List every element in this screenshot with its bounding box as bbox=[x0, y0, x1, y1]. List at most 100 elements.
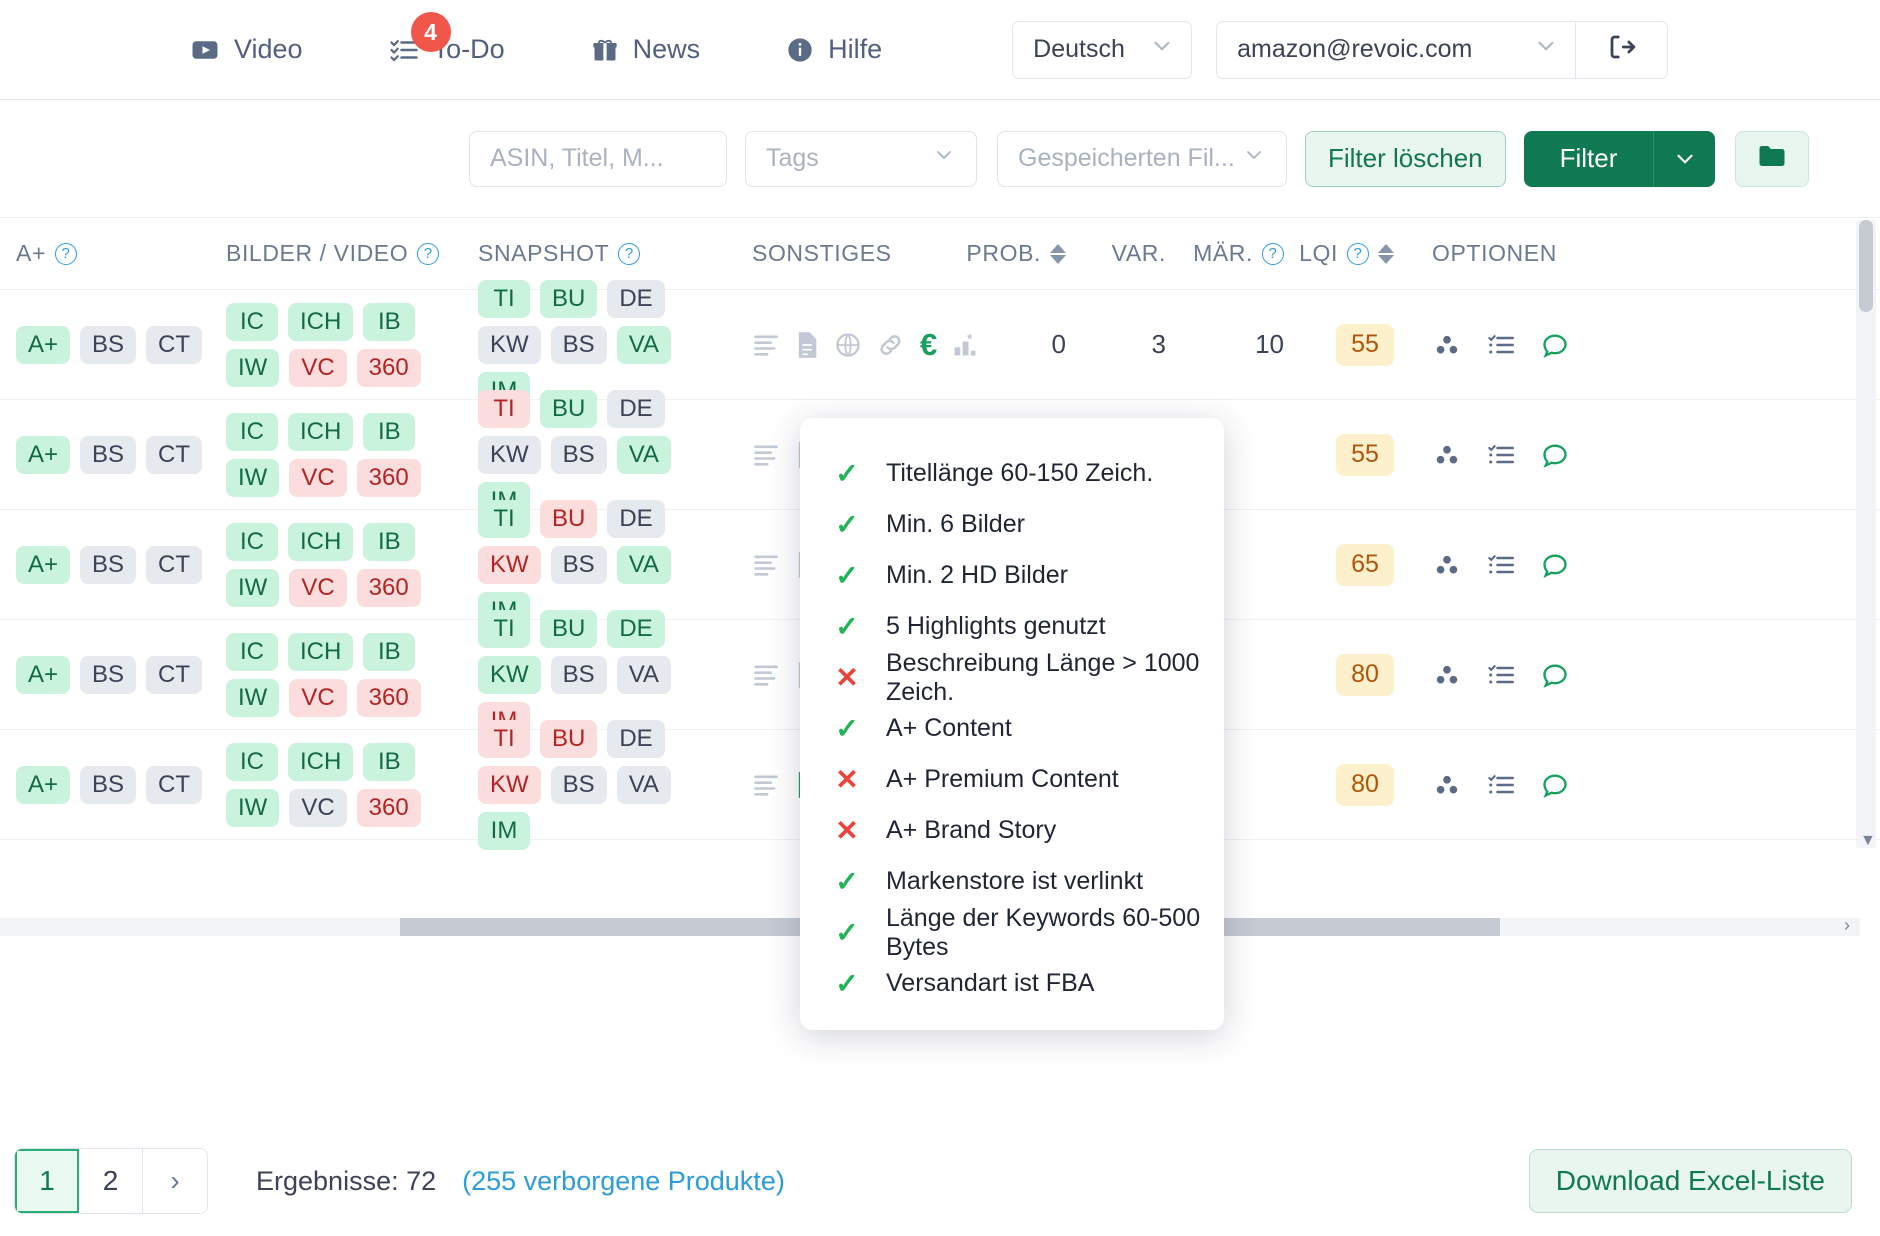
badge-va[interactable]: VA bbox=[616, 435, 671, 474]
badge-kw[interactable]: KW bbox=[478, 325, 541, 364]
badge-ti[interactable]: TI bbox=[478, 389, 530, 428]
badge-a+[interactable]: A+ bbox=[16, 545, 71, 584]
badge-vc[interactable]: VC bbox=[289, 678, 347, 717]
badge-ct[interactable]: CT bbox=[146, 545, 203, 584]
badge-iw[interactable]: IW bbox=[226, 348, 280, 387]
badge-va[interactable]: VA bbox=[616, 545, 671, 584]
badge-de[interactable]: DE bbox=[607, 389, 665, 428]
checklist-icon[interactable] bbox=[1486, 661, 1516, 689]
badge-vc[interactable]: VC bbox=[289, 788, 347, 827]
logout-button[interactable] bbox=[1576, 20, 1669, 79]
filter-button[interactable]: Filter bbox=[1523, 130, 1654, 187]
badge-vc[interactable]: VC bbox=[289, 348, 347, 387]
help-icon[interactable]: ? bbox=[417, 242, 440, 265]
help-icon[interactable]: ? bbox=[54, 242, 77, 265]
badge-ich[interactable]: ICH bbox=[288, 302, 354, 341]
bullets-icon[interactable] bbox=[752, 661, 780, 689]
badge-de[interactable]: DE bbox=[607, 609, 665, 648]
badge-a+[interactable]: A+ bbox=[16, 435, 71, 474]
badge-ic[interactable]: IC bbox=[226, 522, 278, 561]
badge-iw[interactable]: IW bbox=[226, 788, 280, 827]
saved-filter-select[interactable]: Gespeicherten Fil... bbox=[997, 130, 1287, 187]
badge-ib[interactable]: IB bbox=[363, 412, 416, 451]
globe-icon[interactable] bbox=[834, 331, 862, 359]
column-header-bilder-video[interactable]: BILDER / VIDEO ? bbox=[226, 240, 478, 267]
badge-vc[interactable]: VC bbox=[289, 568, 347, 607]
badge-bs[interactable]: BS bbox=[80, 435, 137, 474]
badge-bs[interactable]: BS bbox=[80, 655, 137, 694]
lqi-score-badge[interactable]: 80 bbox=[1336, 653, 1394, 696]
nav-item-hilfe[interactable]: Hilfe bbox=[786, 34, 882, 65]
badge-ib[interactable]: IB bbox=[363, 742, 416, 781]
scroll-down-arrow-icon[interactable]: ▼ bbox=[1860, 832, 1876, 850]
comment-icon[interactable] bbox=[1540, 551, 1570, 579]
checklist-icon[interactable] bbox=[1486, 441, 1516, 469]
lqi-score-badge[interactable]: 65 bbox=[1336, 543, 1394, 586]
badge-vc[interactable]: VC bbox=[289, 458, 347, 497]
badge-ti[interactable]: TI bbox=[478, 499, 530, 538]
badge-bs[interactable]: BS bbox=[80, 545, 137, 584]
bullets-icon[interactable] bbox=[752, 771, 780, 799]
badge-ti[interactable]: TI bbox=[478, 719, 530, 758]
comment-icon[interactable] bbox=[1540, 331, 1570, 359]
help-icon[interactable]: ? bbox=[1262, 242, 1284, 265]
account-select[interactable]: amazon@revoic.com bbox=[1216, 20, 1577, 79]
badge-va[interactable]: VA bbox=[616, 655, 671, 694]
badge-va[interactable]: VA bbox=[616, 325, 671, 364]
column-header-aplus[interactable]: A+ ? bbox=[0, 240, 226, 267]
group-icon[interactable] bbox=[1432, 771, 1462, 799]
nav-item-todo[interactable]: 4 To-Do bbox=[389, 12, 505, 65]
badge-ib[interactable]: IB bbox=[363, 522, 416, 561]
download-excel-button[interactable]: Download Excel-Liste bbox=[1528, 1149, 1852, 1213]
page-button-2[interactable]: 2 bbox=[79, 1149, 143, 1213]
badge-bs[interactable]: BS bbox=[80, 765, 137, 804]
checklist-icon[interactable] bbox=[1486, 331, 1516, 359]
scroll-right-arrow-icon[interactable]: › bbox=[1844, 915, 1850, 936]
language-select[interactable]: Deutsch bbox=[1012, 20, 1193, 79]
nav-item-news[interactable]: News bbox=[591, 34, 700, 65]
help-icon[interactable]: ? bbox=[618, 242, 641, 265]
column-header-sonstiges[interactable]: SONSTIGES bbox=[752, 240, 956, 267]
badge-a+[interactable]: A+ bbox=[16, 325, 71, 364]
badge-kw[interactable]: KW bbox=[478, 435, 541, 474]
column-header-snapshot[interactable]: SNAPSHOT ? bbox=[478, 240, 752, 267]
badge-bs[interactable]: BS bbox=[550, 545, 607, 584]
bullets-icon[interactable] bbox=[752, 441, 780, 469]
badge-360[interactable]: 360 bbox=[356, 348, 421, 387]
badge-ic[interactable]: IC bbox=[226, 632, 278, 671]
page-button-1[interactable]: 1 bbox=[15, 1149, 79, 1213]
tags-select[interactable]: Tags bbox=[745, 130, 977, 187]
badge-bu[interactable]: BU bbox=[540, 609, 598, 648]
badge-de[interactable]: DE bbox=[607, 279, 665, 318]
badge-360[interactable]: 360 bbox=[356, 678, 421, 717]
sort-icon[interactable] bbox=[1050, 243, 1066, 264]
bullets-icon[interactable] bbox=[752, 331, 780, 359]
badge-va[interactable]: VA bbox=[616, 765, 671, 804]
euro-icon[interactable]: € bbox=[920, 329, 937, 360]
column-header-prob[interactable]: PROB. bbox=[956, 240, 1066, 267]
group-icon[interactable] bbox=[1432, 441, 1462, 469]
badge-bs[interactable]: BS bbox=[550, 435, 607, 474]
badge-a+[interactable]: A+ bbox=[16, 765, 71, 804]
badge-ic[interactable]: IC bbox=[226, 412, 278, 451]
badge-ti[interactable]: TI bbox=[478, 279, 530, 318]
badge-bs[interactable]: BS bbox=[80, 325, 137, 364]
badge-ct[interactable]: CT bbox=[146, 765, 203, 804]
nav-item-video[interactable]: Video bbox=[190, 34, 303, 65]
lqi-score-badge[interactable]: 80 bbox=[1336, 763, 1394, 806]
folder-button[interactable] bbox=[1735, 130, 1810, 187]
badge-ib[interactable]: IB bbox=[363, 632, 416, 671]
badge-kw[interactable]: KW bbox=[478, 545, 541, 584]
badge-ct[interactable]: CT bbox=[146, 655, 203, 694]
badge-de[interactable]: DE bbox=[607, 719, 665, 758]
hidden-products-link[interactable]: (255 verborgene Produkte) bbox=[462, 1166, 785, 1197]
document-icon[interactable] bbox=[794, 331, 820, 359]
column-header-lqi[interactable]: LQI ? bbox=[1284, 240, 1394, 267]
help-icon[interactable]: ? bbox=[1347, 242, 1369, 265]
badge-ct[interactable]: CT bbox=[146, 435, 203, 474]
table-row[interactable]: A+BSCTICICHIBIWVC360TIBUDEKWBSVAIM€03105… bbox=[0, 279, 1880, 410]
checklist-icon[interactable] bbox=[1486, 551, 1516, 579]
badge-ich[interactable]: ICH bbox=[288, 412, 354, 451]
badge-iw[interactable]: IW bbox=[226, 678, 280, 717]
comment-icon[interactable] bbox=[1540, 441, 1570, 469]
